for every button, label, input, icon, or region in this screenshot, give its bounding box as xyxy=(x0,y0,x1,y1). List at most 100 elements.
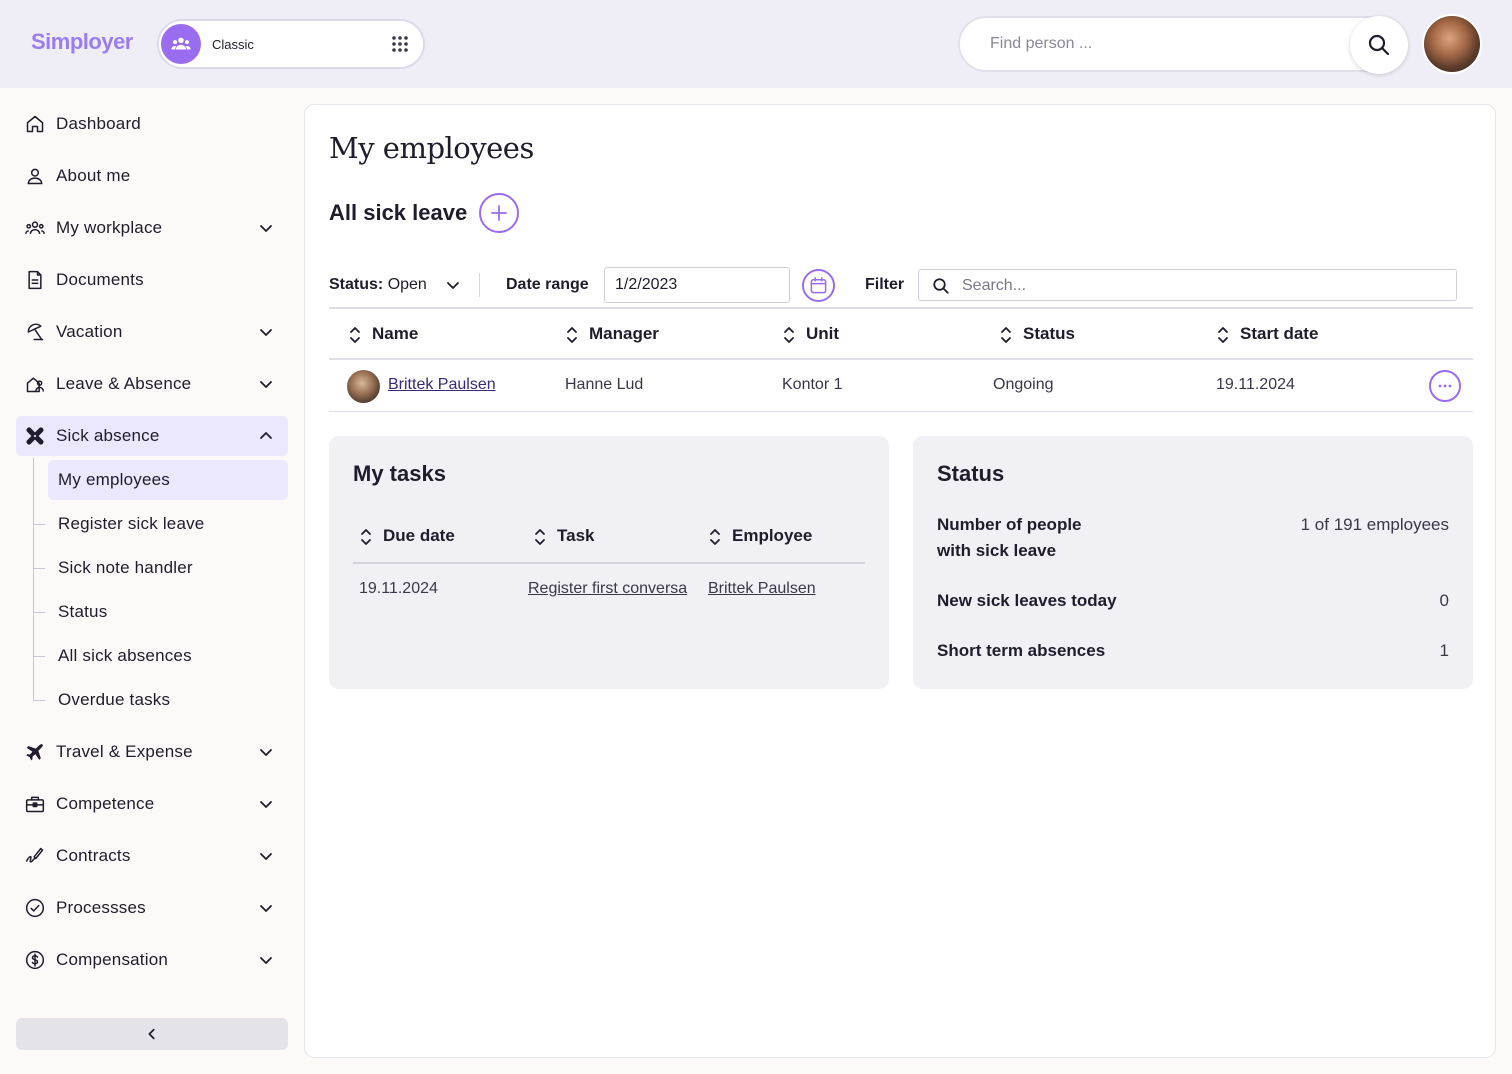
column-header-label: Due date xyxy=(383,526,455,545)
chevron-down-icon[interactable] xyxy=(258,900,274,916)
simployer-logo[interactable]: Simployer xyxy=(31,29,133,55)
chevron-down-icon[interactable] xyxy=(258,376,274,392)
sort-icon xyxy=(361,529,371,545)
submenu-guide-line xyxy=(33,458,34,700)
column-header-unit[interactable]: Unit xyxy=(784,324,840,344)
search-icon xyxy=(1368,34,1390,56)
sidebar-item-sick-absence[interactable]: Sick absence xyxy=(16,416,288,456)
sidebar-item-competence[interactable]: Competence xyxy=(16,784,288,824)
column-header-status[interactable]: Status xyxy=(1001,324,1075,344)
sidebar-item-my-workplace[interactable]: My workplace xyxy=(16,208,288,248)
date-range-input[interactable]: 1/2/2023 xyxy=(604,267,790,303)
employee-name-link[interactable]: Brittek Paulsen xyxy=(388,376,496,394)
sidebar-item-about-me[interactable]: About me xyxy=(16,156,288,196)
calendar-button[interactable] xyxy=(802,269,835,302)
column-header-task[interactable]: Task xyxy=(535,526,595,546)
check-circle-icon xyxy=(25,898,45,918)
sidebar-item-label: Travel & Expense xyxy=(56,742,193,761)
start-date-cell: 19.11.2024 xyxy=(1216,376,1295,393)
collapse-sidebar-button[interactable] xyxy=(16,1018,288,1050)
stat-value-people-with-sick-leave: 1 of 191 employees xyxy=(1300,515,1449,534)
sidebar-subitem-sick-note-handler[interactable]: Sick note handler xyxy=(33,548,288,588)
sidebar-item-label: Processses xyxy=(56,898,146,917)
table-row[interactable]: Brittek Paulsen Hanne Lud Kontor 1 Ongoi… xyxy=(329,360,1473,412)
status-filter-label: Status: xyxy=(329,276,384,293)
column-header-name[interactable]: Name xyxy=(350,324,419,344)
sidebar-item-documents[interactable]: Documents xyxy=(16,260,288,300)
chevron-down-icon[interactable] xyxy=(258,796,274,812)
sort-icon xyxy=(710,529,720,545)
sidebar-subitem-status[interactable]: Status xyxy=(33,592,288,632)
subitem-label: Overdue tasks xyxy=(58,690,171,709)
chevron-down-icon[interactable] xyxy=(258,952,274,968)
column-header-due-date[interactable]: Due date xyxy=(361,526,455,546)
column-header-manager[interactable]: Manager xyxy=(567,324,659,344)
main-panel: My employees All sick leave Status: Open… xyxy=(304,104,1496,1058)
status-card: Status Number of people with sick leave … xyxy=(913,436,1473,689)
sidebar-item-vacation[interactable]: Vacation xyxy=(16,312,288,352)
sort-icon xyxy=(535,529,545,545)
find-person-search[interactable]: Find person ... xyxy=(958,16,1408,74)
add-sick-leave-button[interactable] xyxy=(479,193,519,233)
subitem-label: Register sick leave xyxy=(58,514,205,533)
unit-cell: Kontor 1 xyxy=(782,376,843,393)
more-horizontal-icon xyxy=(1438,384,1452,388)
sidebar-subitem-register-sick-leave[interactable]: Register sick leave xyxy=(33,504,288,544)
sidebar-subitem-overdue-tasks[interactable]: Overdue tasks xyxy=(33,680,288,720)
column-header-label: Unit xyxy=(806,324,840,343)
sidebar: Dashboard About me My workplace Document… xyxy=(0,88,304,1074)
sidebar-item-dashboard[interactable]: Dashboard xyxy=(16,104,288,144)
mode-switcher[interactable]: Classic xyxy=(157,19,425,69)
sidebar-item-contracts[interactable]: Contracts xyxy=(16,836,288,876)
sidebar-subitem-my-employees[interactable]: My employees xyxy=(48,460,288,500)
sidebar-item-label: About me xyxy=(56,166,131,185)
chevron-down-icon[interactable] xyxy=(258,220,274,236)
document-icon xyxy=(28,270,42,290)
find-person-input[interactable]: Find person ... xyxy=(990,35,1092,53)
sidebar-item-label: Sick absence xyxy=(56,426,160,445)
submenu-tick xyxy=(33,612,45,613)
user-avatar[interactable] xyxy=(1424,16,1480,72)
search-button[interactable] xyxy=(1350,16,1408,74)
submenu-tick xyxy=(33,568,45,569)
chevron-down-icon[interactable] xyxy=(258,744,274,760)
sidebar-subitem-all-sick-absences[interactable]: All sick absences xyxy=(33,636,288,676)
apps-grid-icon[interactable] xyxy=(390,34,410,54)
chevron-left-icon xyxy=(148,1028,155,1040)
page-title: My employees xyxy=(329,131,534,165)
stat-label-line: with sick leave xyxy=(937,541,1057,560)
status-filter-value: Open xyxy=(387,276,427,293)
search-icon xyxy=(933,278,949,294)
column-header-employee[interactable]: Employee xyxy=(710,526,812,546)
filter-label: Filter xyxy=(865,276,905,293)
task-link[interactable]: Register first conversа xyxy=(528,580,691,598)
chevron-down-icon[interactable] xyxy=(445,277,461,293)
sidebar-item-label: Contracts xyxy=(56,846,131,865)
house-person-icon xyxy=(26,377,45,393)
status-filter-dropdown[interactable]: Status: Open xyxy=(329,276,427,294)
subitem-label: My employees xyxy=(58,470,170,489)
sidebar-item-label: Leave & Absence xyxy=(56,374,192,393)
sidebar-item-compensation[interactable]: Compensation xyxy=(16,940,288,980)
column-header-start-date[interactable]: Start date xyxy=(1218,324,1318,344)
submenu-tick xyxy=(33,524,45,525)
stat-label-line: Number of people xyxy=(937,515,1082,534)
filter-search-input[interactable]: Search... xyxy=(918,269,1457,301)
chevron-up-icon[interactable] xyxy=(258,428,274,444)
bandage-icon xyxy=(26,427,44,445)
task-employee-link[interactable]: Brittek Paulsen xyxy=(708,580,816,598)
column-header-label: Status xyxy=(1023,324,1075,343)
sidebar-item-label: Competence xyxy=(56,794,155,813)
column-header-label: Name xyxy=(372,324,419,343)
submenu-tick xyxy=(33,656,45,657)
row-actions-button[interactable] xyxy=(1429,370,1461,402)
chevron-down-icon[interactable] xyxy=(258,848,274,864)
stat-value-short-term-absences: 1 xyxy=(1439,641,1449,660)
sidebar-item-travel-expense[interactable]: Travel & Expense xyxy=(16,732,288,772)
employee-avatar xyxy=(347,370,380,403)
chevron-down-icon[interactable] xyxy=(258,324,274,340)
top-bar: Simployer Classic Find person ... xyxy=(0,0,1512,88)
sidebar-item-leave-absence[interactable]: Leave & Absence xyxy=(16,364,288,404)
date-range-label: Date range xyxy=(506,276,589,293)
sidebar-item-processes[interactable]: Processses xyxy=(16,888,288,928)
